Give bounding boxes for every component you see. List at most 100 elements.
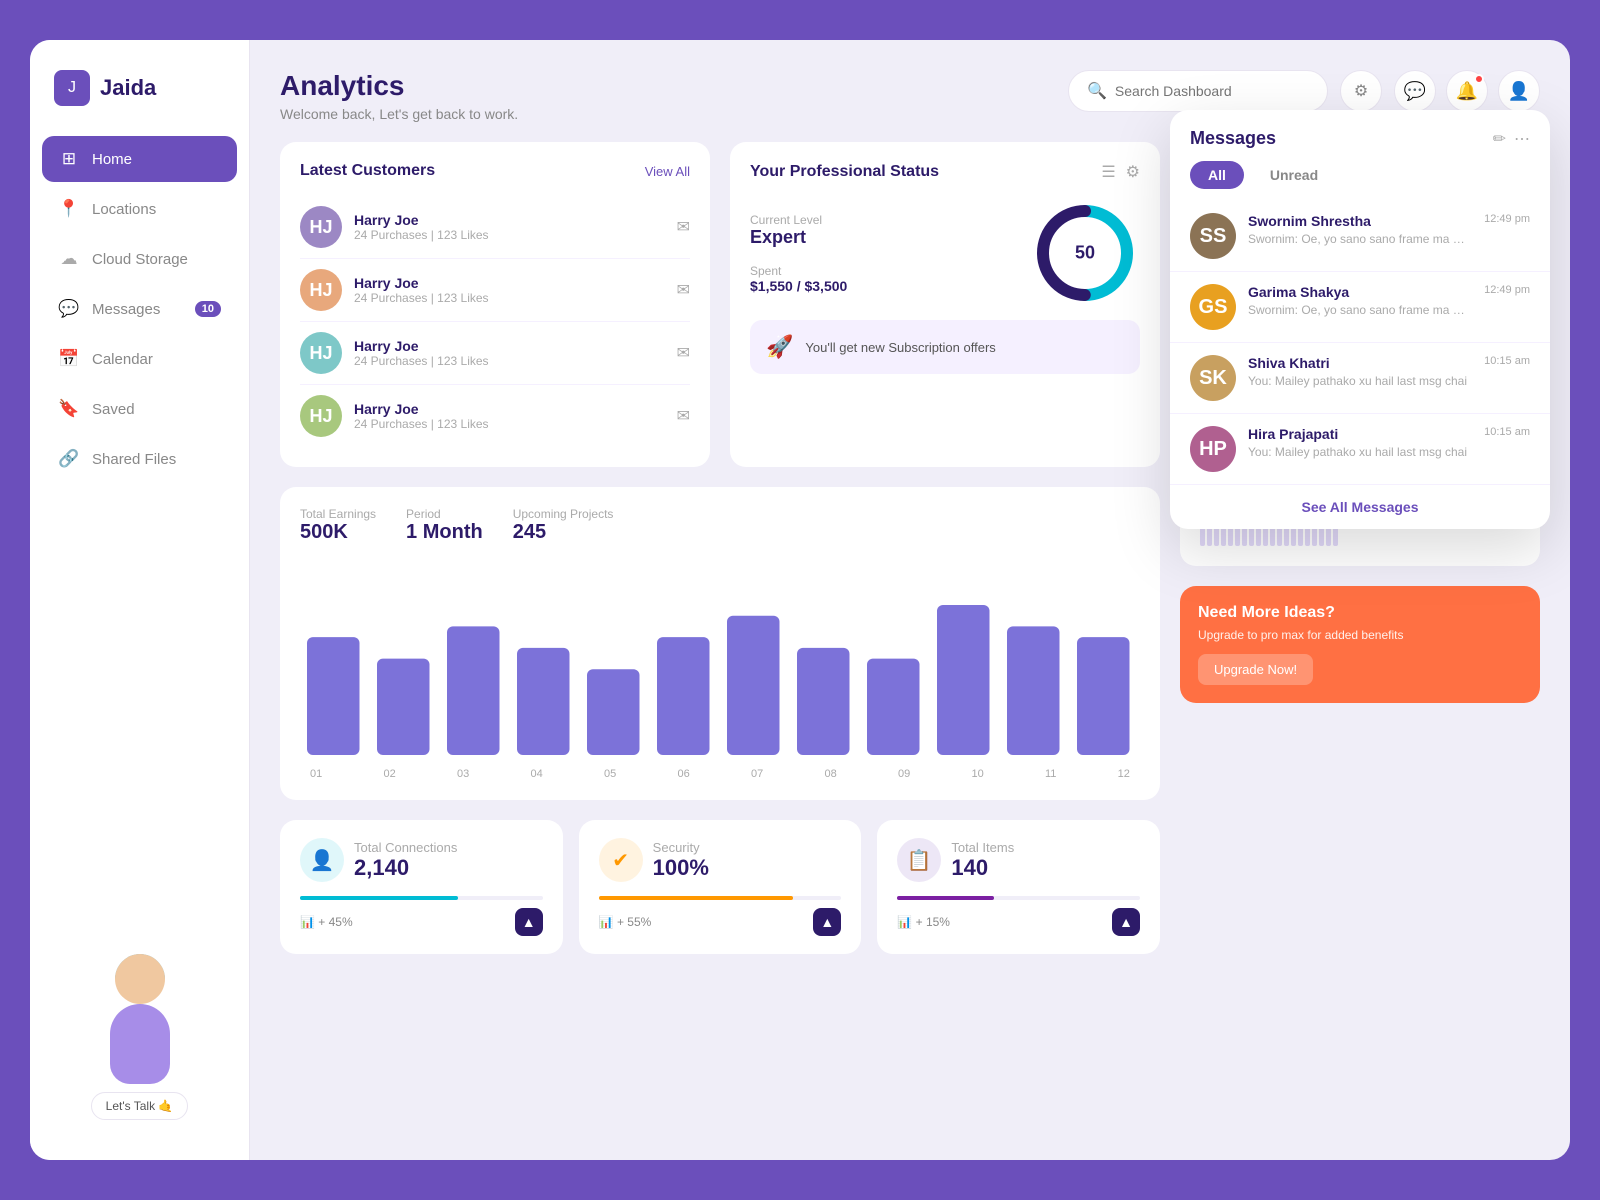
need-more-card: Need More Ideas? Upgrade to pro max for … (1180, 586, 1540, 703)
sidebar-item-cloud-storage[interactable]: ☁ Cloud Storage (42, 236, 237, 282)
customers-card: Latest Customers View All HJ Harry Joe 2… (280, 142, 710, 467)
stats-row: 👤 Total Connections 2,140 📊 + 45% ▲ ✔ Se… (280, 820, 1160, 954)
message-item[interactable]: SK Shiva Khatri You: Mailey pathako xu h… (1170, 343, 1550, 414)
metric-upcoming-label: Upcoming Projects (513, 507, 614, 521)
customer-meta: 24 Purchases | 123 Likes (354, 291, 665, 305)
compose-icon[interactable]: ✏ (1493, 129, 1506, 149)
chart-x-label: 05 (604, 768, 616, 780)
sidebar-item-messages[interactable]: 💬 Messages 10 (42, 286, 237, 332)
stat-card-connections: 👤 Total Connections 2,140 📊 + 45% ▲ (280, 820, 563, 954)
messages-icon-button[interactable]: 💬 (1394, 70, 1436, 112)
stat-arrow: ▲ (515, 908, 543, 936)
avatar-placeholder: HJ (300, 395, 342, 437)
top-icons: 💬 🔔 👤 (1394, 70, 1540, 112)
logo-area: J Jaida (30, 70, 249, 136)
status-body: Current Level Expert Spent $1,550 / $3,5… (750, 198, 1140, 308)
character-head (115, 954, 165, 1004)
spent-value: $1,550 / $3,500 (750, 278, 847, 294)
stat-bar-fill (300, 896, 458, 900)
customer-meta: 24 Purchases | 123 Likes (354, 417, 665, 431)
mail-icon[interactable]: ✉ (677, 406, 690, 426)
stat-label: Total Connections (354, 840, 457, 855)
character-figure (85, 954, 195, 1084)
notifications-button[interactable]: 🔔 (1446, 70, 1488, 112)
settings-icon[interactable]: ⚙ (1126, 162, 1140, 182)
message-item[interactable]: SS Swornim Shrestha Swornim: Oe, yo sano… (1170, 201, 1550, 272)
logo-icon: J (54, 70, 90, 106)
nav-badge-messages: 10 (195, 301, 221, 317)
sidebar-item-home[interactable]: ⊞ Home (42, 136, 237, 182)
nav-label-calendar: Calendar (92, 351, 153, 368)
stat-footer: 📊 + 55% ▲ (599, 908, 842, 936)
chart-x-label: 02 (384, 768, 396, 780)
msg-name: Shiva Khatri (1248, 355, 1472, 371)
msg-time: 10:15 am (1484, 426, 1530, 438)
filter-button[interactable]: ⚙ (1340, 70, 1382, 112)
avatar-placeholder: HJ (300, 206, 342, 248)
customer-name: Harry Joe (354, 275, 665, 291)
tab-unread[interactable]: Unread (1252, 161, 1336, 189)
stat-footer: 📊 + 45% ▲ (300, 908, 543, 936)
sidebar-item-shared-files[interactable]: 🔗 Shared Files (42, 436, 237, 482)
chart-x-label: 03 (457, 768, 469, 780)
stat-header: 👤 Total Connections 2,140 (300, 838, 543, 882)
lets-talk-badge: Let's Talk 🤙 (91, 1092, 189, 1120)
header-actions: 🔍 ⚙ 💬 🔔 👤 (1068, 70, 1540, 112)
metric-upcoming: Upcoming Projects 245 (513, 507, 614, 544)
page-title: Analytics (280, 70, 518, 102)
search-input[interactable] (1115, 83, 1309, 99)
customer-avatar: HJ (300, 269, 342, 311)
stat-arrow: ▲ (813, 908, 841, 936)
chart-x-label: 01 (310, 768, 322, 780)
metric-total-label: Total Earnings (300, 507, 376, 521)
nav-icon-locations: 📍 (58, 198, 80, 220)
chart-x-labels: 010203040506070809101112 (300, 760, 1140, 780)
page-subtitle: Welcome back, Let's get back to work. (280, 106, 518, 122)
stat-arrow: ▲ (1112, 908, 1140, 936)
bar-chart (300, 560, 1140, 760)
customer-item[interactable]: HJ Harry Joe 24 Purchases | 123 Likes ✉ (300, 196, 690, 259)
chart-x-label: 04 (531, 768, 543, 780)
nav-icon-cloud-storage: ☁ (58, 248, 80, 270)
msg-name: Swornim Shrestha (1248, 213, 1472, 229)
customer-item[interactable]: HJ Harry Joe 24 Purchases | 123 Likes ✉ (300, 322, 690, 385)
popup-actions: ✏ ⋯ (1493, 129, 1530, 149)
customer-avatar: HJ (300, 395, 342, 437)
customer-item[interactable]: HJ Harry Joe 24 Purchases | 123 Likes ✉ (300, 385, 690, 447)
upgrade-button[interactable]: Upgrade Now! (1198, 654, 1313, 685)
sidebar-item-locations[interactable]: 📍 Locations (42, 186, 237, 232)
customer-item[interactable]: HJ Harry Joe 24 Purchases | 123 Likes ✉ (300, 259, 690, 322)
chart-x-label: 06 (678, 768, 690, 780)
customer-meta: 24 Purchases | 123 Likes (354, 354, 665, 368)
sidebar-item-saved[interactable]: 🔖 Saved (42, 386, 237, 432)
msg-preview: You: Mailey pathako xu hail last msg cha… (1248, 445, 1468, 459)
chart-metrics: Total Earnings 500K Period 1 Month Upcom… (300, 507, 1140, 544)
msg-avatar: GS (1190, 284, 1236, 330)
msg-time: 12:49 pm (1484, 284, 1530, 296)
chart-x-label: 10 (972, 768, 984, 780)
sidebar-item-calendar[interactable]: 📅 Calendar (42, 336, 237, 382)
messages-tabs: All Unread (1170, 161, 1550, 201)
mail-icon[interactable]: ✉ (677, 343, 690, 363)
more-icon[interactable]: ⋯ (1514, 129, 1530, 149)
donut-chart: 50 (1030, 198, 1140, 308)
mail-icon[interactable]: ✉ (677, 217, 690, 237)
subscription-banner: 🚀 You'll get new Subscription offers (750, 320, 1140, 374)
list-icon: ☰ (1101, 162, 1115, 182)
tab-all[interactable]: All (1190, 161, 1244, 189)
message-item[interactable]: GS Garima Shakya Swornim: Oe, yo sano sa… (1170, 272, 1550, 343)
status-icons: ☰ ⚙ (1101, 162, 1140, 182)
search-bar[interactable]: 🔍 (1068, 70, 1328, 112)
sidebar-character: Let's Talk 🤙 (30, 934, 249, 1130)
mail-icon[interactable]: ✉ (677, 280, 690, 300)
message-item[interactable]: HP Hira Prajapati You: Mailey pathako xu… (1170, 414, 1550, 484)
view-all-button[interactable]: View All (645, 164, 690, 179)
stat-icon: 👤 (300, 838, 344, 882)
see-all-messages-button[interactable]: See All Messages (1170, 484, 1550, 529)
profile-button[interactable]: 👤 (1498, 70, 1540, 112)
stat-label: Total Items (951, 840, 1014, 855)
nav-label-locations: Locations (92, 201, 156, 218)
customer-meta: 24 Purchases | 123 Likes (354, 228, 665, 242)
stat-info: Total Items 140 (951, 840, 1014, 881)
donut-percent: 50 (1075, 243, 1095, 264)
